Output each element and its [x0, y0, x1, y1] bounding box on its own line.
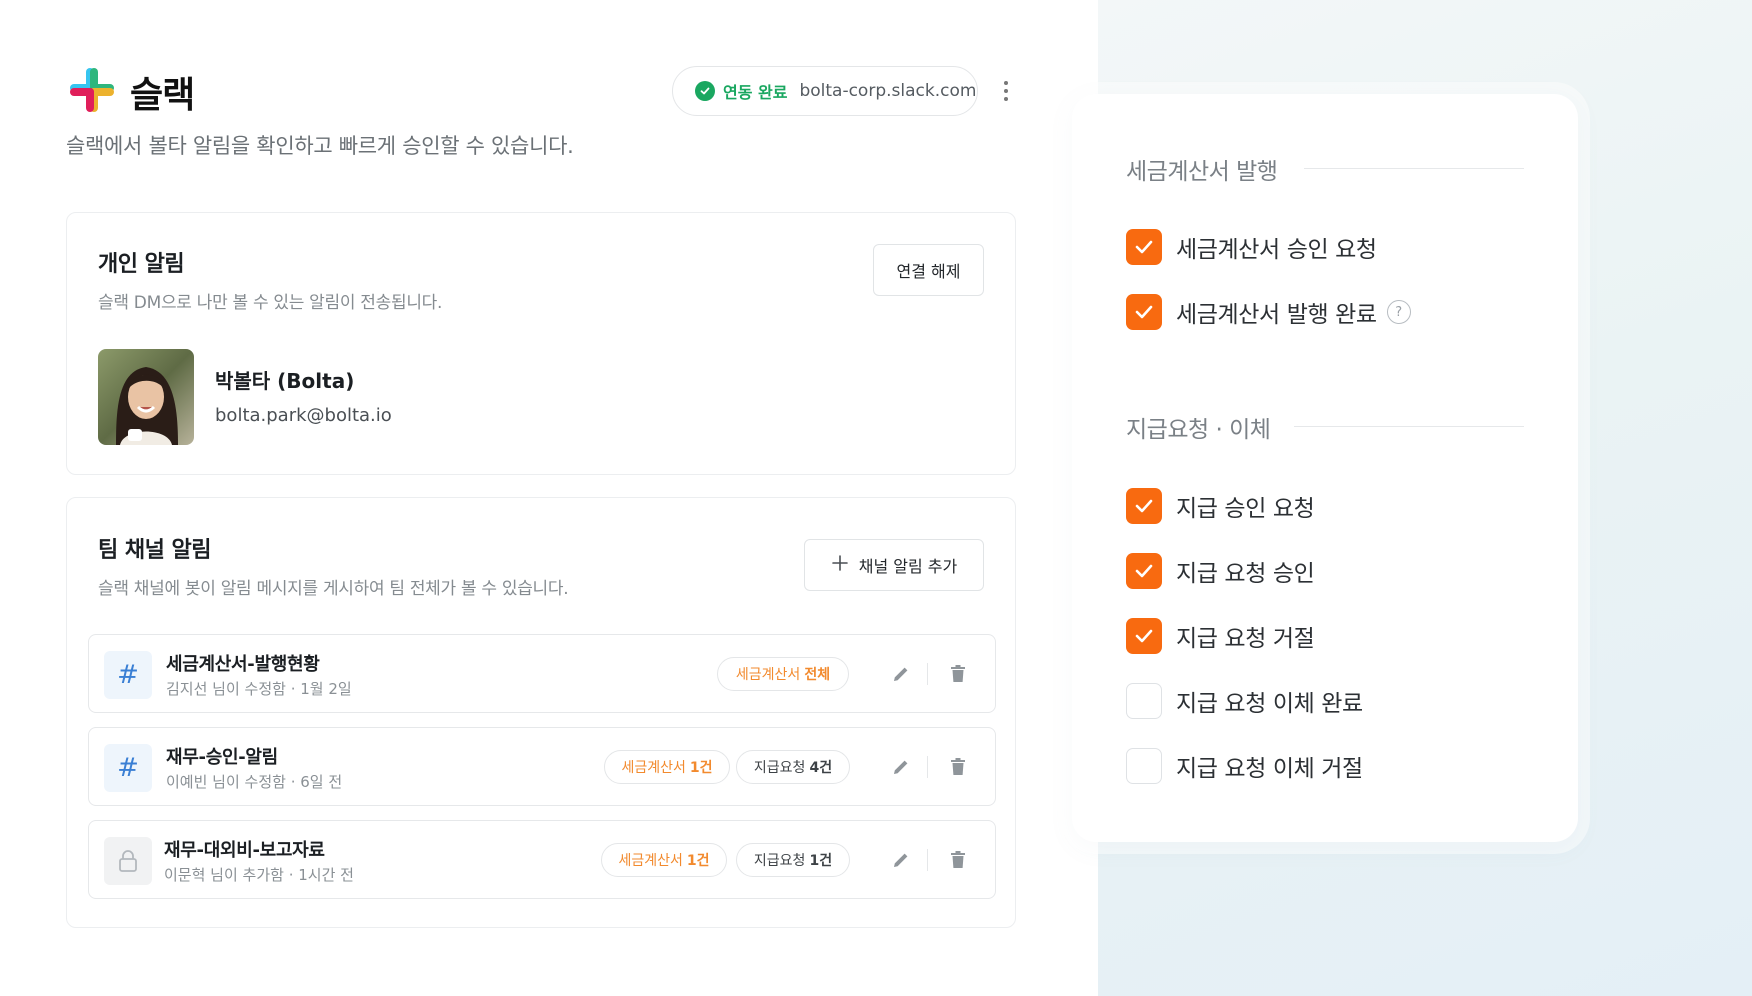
- checkbox-checked[interactable]: [1126, 488, 1162, 524]
- section-divider: [1304, 168, 1524, 169]
- checkbox-checked[interactable]: [1126, 553, 1162, 589]
- tag-tax-invoice: 세금계산서 1건: [604, 750, 730, 784]
- page-title: 슬랙: [130, 75, 195, 116]
- status-label: 연동 완료: [723, 83, 788, 102]
- checkbox-unchecked[interactable]: [1126, 683, 1162, 719]
- divider: [927, 663, 928, 685]
- add-channel-alert-button[interactable]: 채널 알림 추가: [804, 539, 984, 591]
- lock-icon: [104, 837, 152, 885]
- section-title-payment: 지급요청 · 이체: [1126, 417, 1271, 443]
- page-header: 슬랙 슬랙에서 볼타 알림을 확인하고 빠르게 승인할 수 있습니다. 연동 완…: [66, 60, 1016, 160]
- channel-meta: 김지선 님이 수정함 · 1월 2일: [166, 680, 352, 698]
- trash-icon[interactable]: [945, 754, 971, 780]
- checkbox-label: 지급 요청 이체 거절: [1176, 756, 1363, 782]
- more-vertical-icon[interactable]: [996, 76, 1016, 106]
- tag-payment-request: 지급요청 4건: [736, 750, 850, 784]
- checkbox-row[interactable]: 지급 요청 이체 완료: [1126, 682, 1363, 720]
- checkbox-label: 지급 요청 승인: [1176, 561, 1315, 587]
- hash-icon: #: [104, 744, 152, 792]
- avatar: [98, 349, 194, 445]
- tag-payment-request: 지급요청 1건: [736, 843, 850, 877]
- personal-notification-card: 개인 알림 슬랙 DM으로 나만 볼 수 있는 알림이 전송됩니다. 연결 해제…: [66, 212, 1016, 475]
- team-channel-card: 팀 채널 알림 슬랙 채널에 봇이 알림 메시지를 게시하여 팀 전체가 볼 수…: [66, 497, 1016, 928]
- checkbox-row[interactable]: 세금계산서 발행 완료 ?: [1126, 293, 1411, 331]
- team-card-title: 팀 채널 알림: [98, 538, 212, 563]
- trash-icon[interactable]: [945, 661, 971, 687]
- tag-tax-invoice: 세금계산서 전체: [717, 657, 849, 691]
- checkbox-row[interactable]: 세금계산서 승인 요청: [1126, 228, 1377, 266]
- edit-icon[interactable]: [888, 754, 914, 780]
- plus-icon: [831, 554, 849, 576]
- hash-icon: #: [104, 651, 152, 699]
- checkbox-row[interactable]: 지급 요청 승인: [1126, 552, 1315, 590]
- divider: [927, 756, 928, 778]
- trash-icon[interactable]: [945, 847, 971, 873]
- checkbox-row[interactable]: 지급 요청 이체 거절: [1126, 747, 1363, 785]
- section-title-tax-invoice: 세금계산서 발행: [1126, 159, 1278, 185]
- checkbox-label: 세금계산서 발행 완료: [1176, 302, 1377, 328]
- notification-settings-panel: 세금계산서 발행 세금계산서 승인 요청 세금계산서 발행 완료 ? 지급요청 …: [1072, 94, 1578, 842]
- channel-name: 재무-대외비-보고자료: [164, 840, 325, 861]
- channel-name: 재무-승인-알림: [166, 747, 278, 768]
- divider: [927, 849, 928, 871]
- checkbox-label: 지급 승인 요청: [1176, 496, 1315, 522]
- user-name: 박볼타 (Bolta): [215, 369, 355, 393]
- section-divider: [1294, 426, 1524, 427]
- tag-tax-invoice: 세금계산서 1건: [601, 843, 727, 877]
- checkbox-checked[interactable]: [1126, 294, 1162, 330]
- channel-meta: 이예빈 님이 수정함 · 6일 전: [166, 773, 343, 791]
- edit-icon[interactable]: [888, 661, 914, 687]
- workspace-domain: bolta-corp.slack.com: [799, 81, 977, 101]
- checkbox-row[interactable]: 지급 요청 거절: [1126, 617, 1315, 655]
- check-circle-icon: [695, 81, 715, 101]
- page-subtitle: 슬랙에서 볼타 알림을 확인하고 빠르게 승인할 수 있습니다.: [66, 134, 574, 158]
- channel-row[interactable]: 재무-대외비-보고자료 이문혁 님이 추가함 · 1시간 전 세금계산서 1건 지…: [88, 820, 996, 899]
- checkbox-label: 지급 요청 거절: [1176, 626, 1315, 652]
- checkbox-label: 지급 요청 이체 완료: [1176, 691, 1363, 717]
- add-channel-label: 채널 알림 추가: [858, 557, 958, 576]
- checkbox-label: 세금계산서 승인 요청: [1176, 237, 1377, 263]
- user-email: bolta.park@bolta.io: [215, 405, 392, 426]
- channel-name: 세금계산서-발행현황: [166, 654, 320, 675]
- edit-icon[interactable]: [888, 847, 914, 873]
- disconnect-button[interactable]: 연결 해제: [873, 244, 984, 296]
- checkbox-row[interactable]: 지급 승인 요청: [1126, 487, 1315, 525]
- personal-card-title: 개인 알림: [98, 252, 185, 277]
- personal-card-desc: 슬랙 DM으로 나만 볼 수 있는 알림이 전송됩니다.: [98, 293, 443, 313]
- checkbox-checked[interactable]: [1126, 618, 1162, 654]
- channel-meta: 이문혁 님이 추가함 · 1시간 전: [164, 866, 354, 884]
- help-circle-icon[interactable]: ?: [1386, 300, 1411, 324]
- slack-logo-icon: [70, 68, 114, 112]
- channel-row[interactable]: # 세금계산서-발행현황 김지선 님이 수정함 · 1월 2일 세금계산서 전체: [88, 634, 996, 713]
- connection-status-pill[interactable]: 연동 완료 bolta-corp.slack.com: [672, 66, 978, 116]
- checkbox-unchecked[interactable]: [1126, 748, 1162, 784]
- channel-row[interactable]: # 재무-승인-알림 이예빈 님이 수정함 · 6일 전 세금계산서 1건 지급요…: [88, 727, 996, 806]
- checkbox-checked[interactable]: [1126, 229, 1162, 265]
- team-card-desc: 슬랙 채널에 봇이 알림 메시지를 게시하여 팀 전체가 볼 수 있습니다.: [98, 579, 569, 599]
